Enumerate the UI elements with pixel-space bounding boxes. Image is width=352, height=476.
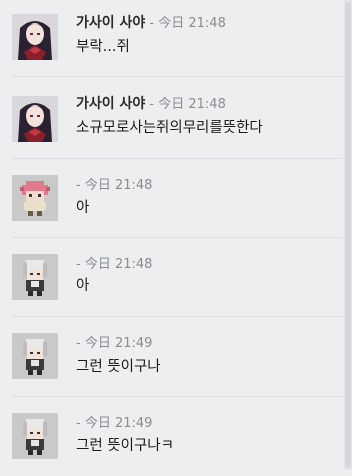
message-divider: [12, 158, 342, 159]
message-divider: [12, 396, 342, 397]
author-name[interactable]: 가사이 사야: [76, 96, 145, 112]
chat-log: 가사이 사야 - 今日 21:48 부락...쥐 가사이 사야 - 今日 21:…: [0, 0, 352, 470]
timestamp: - 今日 21:48: [149, 97, 226, 112]
message-text: 소규모로사는쥐의무리를뜻한다: [76, 120, 263, 136]
chat-message: - 今日 21:48 아: [0, 239, 343, 317]
grey-haired-pixel-avatar[interactable]: [12, 413, 58, 459]
chat-message: - 今日 21:49 그런 뜻이구나: [0, 318, 343, 396]
message-header: - 今日 21:48: [76, 256, 152, 273]
message-header: - 今日 21:49: [76, 415, 152, 432]
timestamp: - 今日 21:48: [76, 178, 153, 193]
dark-haired-girl-avatar[interactable]: [12, 14, 58, 60]
message-divider: [12, 316, 342, 317]
message-text: 그런 뜻이구나: [76, 359, 161, 375]
pink-haired-pixel-avatar[interactable]: [12, 175, 58, 221]
timestamp: - 今日 21:49: [76, 416, 153, 431]
message-header: 가사이 사야 - 今日 21:48: [76, 15, 226, 32]
message-divider: [12, 237, 342, 238]
message-divider: [12, 76, 342, 77]
message-text: 아: [76, 200, 90, 216]
dark-haired-girl-avatar[interactable]: [12, 96, 58, 142]
chat-message: 가사이 사야 - 今日 21:48 부락...쥐: [0, 0, 343, 78]
grey-haired-pixel-avatar[interactable]: [12, 254, 58, 300]
chat-message: 가사이 사야 - 今日 21:48 소규모로사는쥐의무리를뜻한다: [0, 80, 343, 158]
timestamp: - 今日 21:48: [76, 257, 153, 272]
message-header: 가사이 사야 - 今日 21:48: [76, 96, 226, 113]
chat-message: - 今日 21:49 그런 뜻이구나ㅋ: [0, 398, 343, 476]
message-text: 부락...쥐: [76, 39, 130, 55]
timestamp: - 今日 21:48: [149, 16, 226, 31]
message-header: - 今日 21:49: [76, 335, 152, 352]
message-header: - 今日 21:48: [76, 177, 152, 194]
chat-message: - 今日 21:48 아: [0, 160, 343, 238]
grey-haired-pixel-avatar[interactable]: [12, 333, 58, 379]
author-name[interactable]: 가사이 사야: [76, 15, 145, 31]
scrollbar-thumb[interactable]: [345, 2, 351, 468]
timestamp: - 今日 21:49: [76, 336, 153, 351]
scrollbar-track[interactable]: [344, 0, 352, 470]
message-text: 그런 뜻이구나ㅋ: [76, 438, 174, 454]
message-text: 아: [76, 278, 90, 294]
